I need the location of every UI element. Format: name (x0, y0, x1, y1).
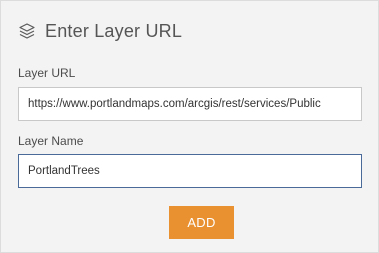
layers-icon (18, 22, 36, 40)
add-layer-panel: Enter Layer URL Layer URL Layer Name ADD (0, 0, 379, 253)
layer-url-label: Layer URL (18, 66, 76, 80)
layer-name-input[interactable] (18, 154, 362, 188)
panel-title: Enter Layer URL (45, 20, 183, 41)
panel-header: Enter Layer URL (18, 19, 182, 43)
layer-name-label: Layer Name (18, 134, 84, 148)
layer-url-input[interactable] (18, 87, 362, 121)
add-button[interactable]: ADD (169, 206, 234, 239)
